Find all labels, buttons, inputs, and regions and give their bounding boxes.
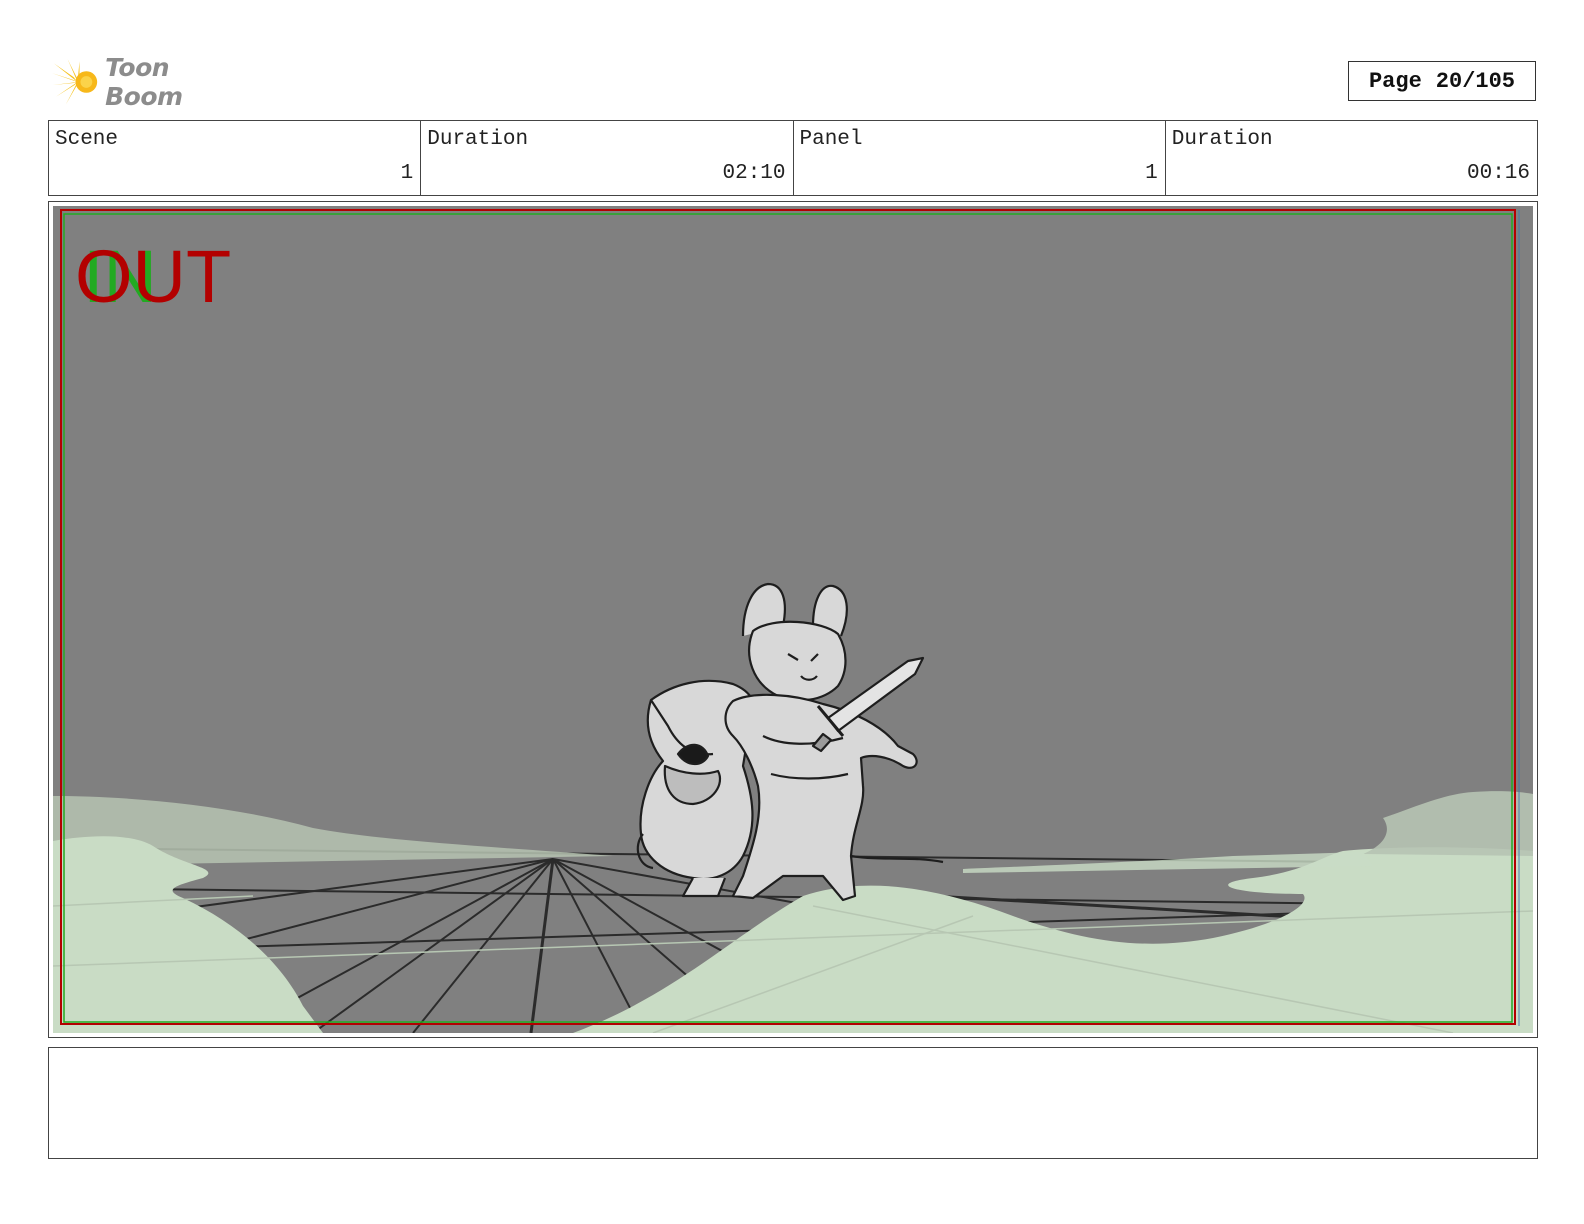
panel-artwork: IN OUT <box>53 206 1533 1033</box>
panel-sketch: IN OUT <box>53 206 1533 1033</box>
scene-value: 1 <box>400 162 414 185</box>
panel-caption-box <box>48 1047 1538 1159</box>
scene-label: Scene <box>55 128 119 151</box>
storyboard-panel: IN OUT <box>48 201 1538 1038</box>
page-indicator: Page 20/105 <box>1348 61 1536 101</box>
panel-label: Panel <box>799 128 863 151</box>
panel-duration-label: Duration <box>1171 128 1273 151</box>
panel-value: 1 <box>1145 162 1158 185</box>
toon-boom-logo: Toon Boom <box>52 53 252 111</box>
logo-text: Toon Boom <box>105 53 183 111</box>
scene-cell: Scene 1 <box>49 121 422 195</box>
panel-cell: Panel 1 <box>794 121 1166 195</box>
page-number: 20/105 <box>1435 68 1516 94</box>
panel-duration-cell: Duration 00:16 <box>1166 121 1537 195</box>
scene-duration-value: 02:10 <box>722 162 786 185</box>
scene-info-table: Scene 1 Duration 02:10 Panel 1 Duration … <box>48 120 1538 196</box>
scene-duration-cell: Duration 02:10 <box>421 121 794 195</box>
out-marker: OUT <box>75 235 231 318</box>
page-label: Page <box>1368 68 1422 94</box>
starburst-icon <box>52 59 98 105</box>
panel-duration-value: 00:16 <box>1466 162 1530 185</box>
scene-duration-label: Duration <box>427 128 529 151</box>
